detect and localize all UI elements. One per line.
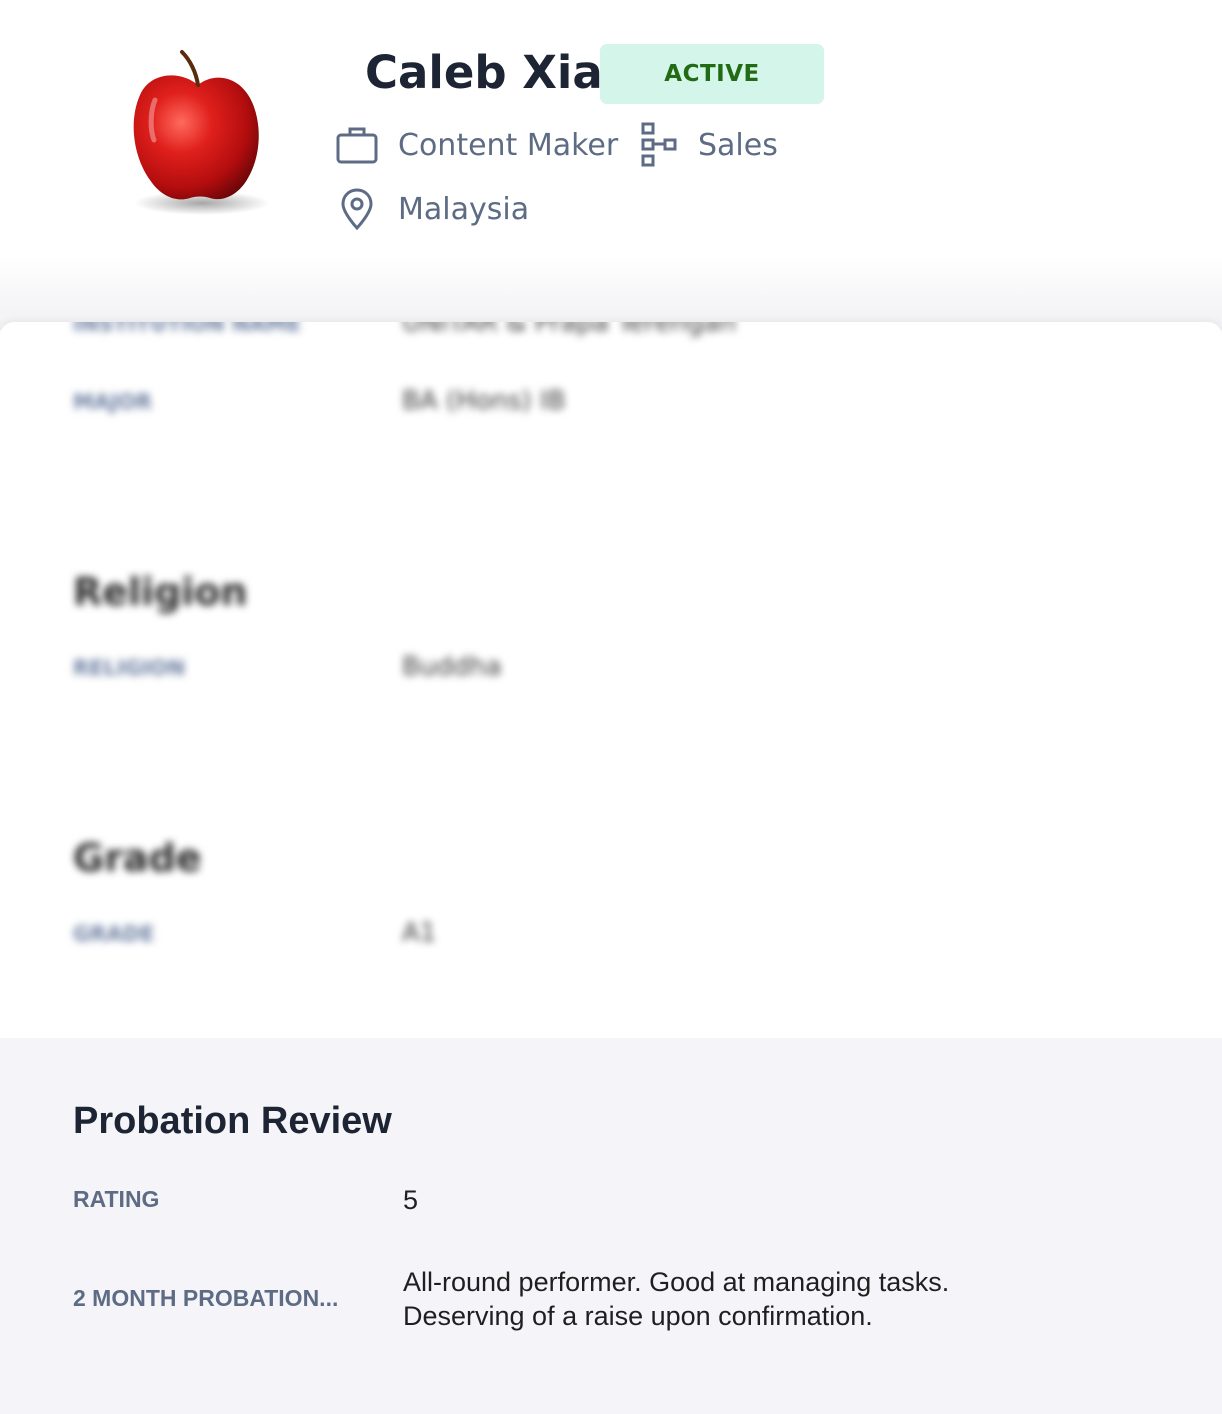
role-label: Content Maker bbox=[398, 127, 619, 163]
probation-review-line-2: Deserving of a raise upon confirmation. bbox=[403, 1301, 873, 1331]
institution-label: INSTITUTION NAME bbox=[73, 322, 301, 336]
role-info: Content Maker bbox=[336, 120, 618, 170]
probation-review-label: 2 MONTH PROBATION... bbox=[73, 1285, 339, 1311]
probation-review-section: Probation Review RATING 5 2 MONTH PROBAT… bbox=[0, 1038, 1222, 1414]
status-badge: ACTIVE bbox=[600, 44, 824, 104]
blurred-details: INSTITUTION NAME UNITAR & Prapa Terengan… bbox=[0, 322, 1222, 1038]
probation-review-title: Probation Review bbox=[73, 1100, 392, 1142]
probation-review-text: All-round performer. Good at managing ta… bbox=[403, 1265, 949, 1333]
employee-name: Caleb Xia bbox=[365, 46, 603, 99]
grade-label: GRADE bbox=[73, 922, 155, 946]
religion-value: Buddha bbox=[402, 652, 502, 682]
probation-review-line-1: All-round performer. Good at managing ta… bbox=[403, 1267, 950, 1297]
rating-label: RATING bbox=[73, 1186, 160, 1212]
location-pin-icon bbox=[341, 188, 373, 231]
location-info: Malaysia bbox=[336, 184, 529, 234]
major-label: MAJOR bbox=[73, 390, 152, 414]
org-chart-icon bbox=[641, 122, 677, 167]
apple-avatar-icon bbox=[133, 50, 270, 215]
profile-header: Caleb Xia ACTIVE Content Maker Sales Mal… bbox=[0, 0, 1222, 330]
details-card: INSTITUTION NAME UNITAR & Prapa Terengan… bbox=[0, 322, 1222, 1038]
location-label: Malaysia bbox=[398, 191, 530, 227]
employee-profile-page: Caleb Xia ACTIVE Content Maker Sales Mal… bbox=[0, 0, 1222, 1414]
religion-heading: Religion bbox=[73, 570, 248, 614]
major-value: BA (Hons) IB bbox=[402, 386, 566, 416]
department-info: Sales bbox=[640, 120, 778, 170]
department-label: Sales bbox=[698, 127, 778, 163]
grade-value: A1 bbox=[402, 918, 437, 948]
briefcase-icon bbox=[336, 127, 378, 164]
religion-label: RELIGION bbox=[73, 656, 186, 680]
grade-heading: Grade bbox=[73, 836, 202, 880]
institution-value: UNITAR & Prapa Terengan bbox=[402, 322, 737, 338]
rating-value: 5 bbox=[403, 1185, 419, 1215]
